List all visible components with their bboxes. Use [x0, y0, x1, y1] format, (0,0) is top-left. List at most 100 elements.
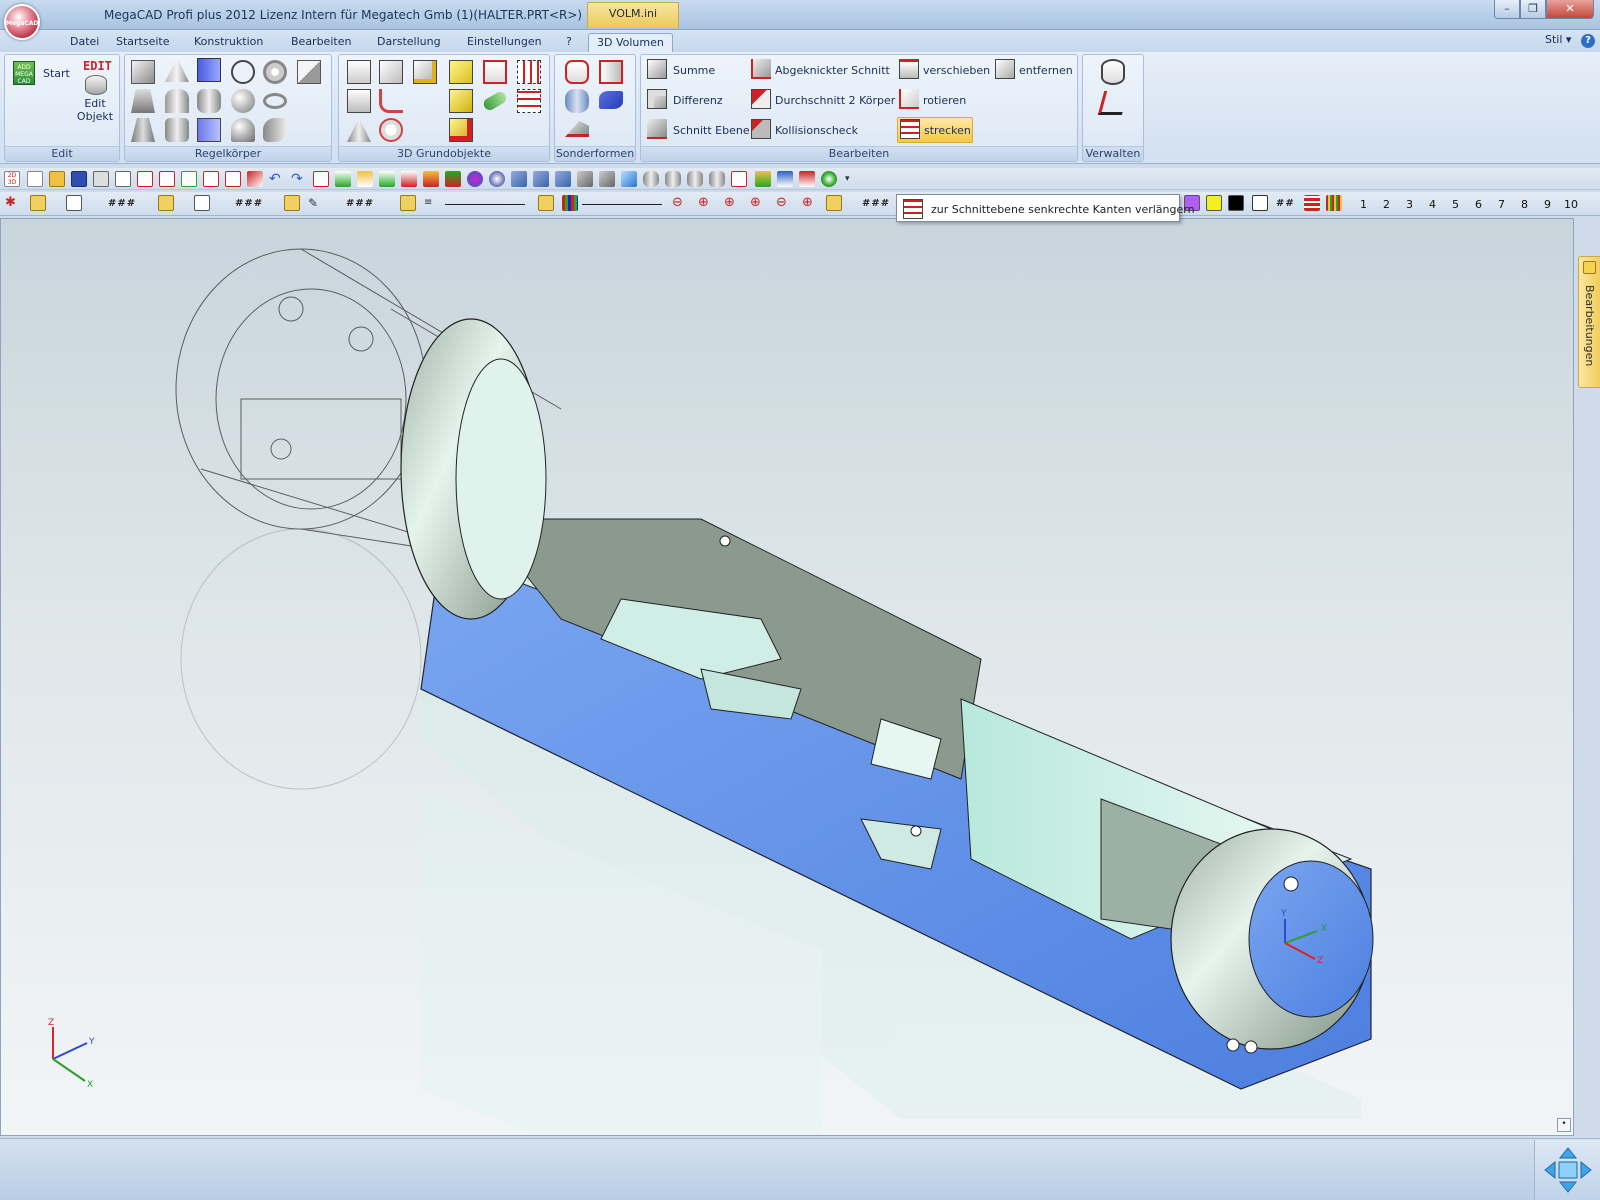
durchschnitt-button[interactable]: Durchschnitt 2 Körper — [749, 87, 899, 113]
blue-blade-icon[interactable] — [599, 91, 623, 109]
edit-objekt-button[interactable]: EDIT Edit Objekt — [71, 57, 121, 127]
layer-3[interactable]: 3 — [1406, 198, 1413, 211]
pencil-icon[interactable]: ✎ — [308, 195, 324, 211]
cylinder-view-icon[interactable] — [643, 171, 659, 187]
view-back-icon[interactable] — [599, 171, 615, 187]
color-yellow-swatch[interactable] — [1206, 195, 1222, 211]
layer-5[interactable]: 5 — [1452, 198, 1459, 211]
tab-datei[interactable]: Datei — [62, 33, 107, 52]
import-icon[interactable] — [159, 171, 175, 187]
extrude-box-icon[interactable] — [131, 60, 155, 84]
line-width-preview[interactable] — [582, 204, 662, 205]
layer-4[interactable]: 4 — [1429, 198, 1436, 211]
view-front-icon[interactable] — [511, 171, 527, 187]
2d-3d-toggle-icon[interactable]: 2D 3D — [4, 171, 20, 187]
layer-2[interactable]: 2 — [1383, 198, 1390, 211]
special-box-icon[interactable] — [599, 60, 623, 84]
chamfer-cylinder-icon[interactable] — [197, 118, 221, 142]
box-icon[interactable] — [347, 60, 371, 84]
grid-box-icon[interactable] — [517, 60, 541, 84]
pyramid-icon[interactable] — [131, 89, 155, 113]
differenz-button[interactable]: Differenz — [645, 87, 741, 113]
hash-field-4[interactable]: ### — [862, 198, 890, 209]
zoom-window-icon[interactable]: ⊕ — [698, 195, 714, 211]
revolve-icon[interactable] — [231, 60, 255, 84]
macro-icon[interactable] — [225, 171, 241, 187]
strecken-button[interactable]: strecken — [897, 117, 973, 143]
cylinder-view-4-icon[interactable] — [709, 171, 725, 187]
cylinder-arrow-icon[interactable] — [197, 89, 221, 113]
redo-icon[interactable]: ↷ — [291, 171, 307, 187]
manage-tree-icon[interactable] — [1097, 91, 1129, 115]
hemisphere-icon[interactable] — [231, 118, 255, 142]
tab-darstellung[interactable]: Darstellung — [369, 33, 449, 52]
view-top-icon[interactable] — [533, 171, 549, 187]
tab-einstellungen[interactable]: Einstellungen — [459, 33, 550, 52]
axis-icon[interactable] — [445, 171, 461, 187]
lock-icon-2[interactable] — [158, 195, 174, 211]
shell-sphere-icon[interactable] — [379, 118, 403, 142]
restore-button[interactable]: ❐ — [1520, 0, 1546, 19]
pattern-icon[interactable] — [66, 195, 82, 211]
layer-9[interactable]: 9 — [1544, 198, 1551, 211]
layer-6[interactable]: 6 — [1475, 198, 1482, 211]
save-icon[interactable] — [71, 171, 87, 187]
zoom-pan-icon[interactable]: ⊕ — [802, 195, 818, 211]
undo-icon[interactable]: ↶ — [269, 171, 285, 187]
layer-1[interactable]: 1 — [1360, 198, 1367, 211]
special-cylinder-icon[interactable] — [565, 60, 589, 84]
sphere-icon[interactable] — [231, 89, 255, 113]
yellow-prism-icon[interactable] — [449, 89, 473, 113]
lock-icon-3[interactable] — [284, 195, 300, 211]
hash-field-2[interactable]: ### — [235, 198, 263, 209]
select-icon[interactable] — [379, 171, 395, 187]
tab-startseite[interactable]: Startseite — [108, 33, 178, 52]
highlight-icon[interactable] — [357, 171, 373, 187]
view-iso-icon[interactable] — [555, 171, 571, 187]
line-type-icon[interactable]: ≡ — [424, 195, 440, 211]
export-icon[interactable] — [137, 171, 153, 187]
rotieren-button[interactable]: rotieren — [897, 87, 977, 113]
close-button[interactable]: ✕ — [1546, 0, 1594, 19]
spring-icon[interactable] — [565, 89, 589, 113]
stil-dropdown[interactable]: Stil ▾ — [1545, 33, 1571, 46]
render-icon[interactable] — [467, 171, 483, 187]
tab-3d-volumen[interactable]: 3D Volumen — [588, 33, 673, 52]
app-logo-button[interactable]: MegaCAD — [4, 4, 40, 40]
toolbar-overflow-icon[interactable]: ▾ — [845, 171, 861, 187]
drawing-viewport[interactable]: Y X Z Z Y X — [0, 218, 1574, 1136]
color-wheel-icon[interactable] — [821, 171, 837, 187]
view-perspective-icon[interactable] — [621, 171, 637, 187]
origin-icon[interactable] — [423, 171, 439, 187]
display-settings-icon[interactable] — [1252, 195, 1268, 211]
yellow-cut-box-icon[interactable] — [449, 118, 473, 142]
zoom-out-icon[interactable]: ⊕ — [750, 195, 766, 211]
viewport-corner-button[interactable]: • — [1557, 1118, 1571, 1132]
layer-manager-icon[interactable] — [181, 171, 197, 187]
tab-help[interactable]: ? — [558, 33, 580, 52]
zoom-in-icon[interactable]: ⊖ — [672, 195, 688, 211]
open-folder-icon[interactable] — [49, 171, 65, 187]
snap-icon[interactable] — [335, 171, 351, 187]
cylinder-view-2-icon[interactable] — [665, 171, 681, 187]
grid-box-2-icon[interactable] — [517, 89, 541, 113]
coord-icon[interactable] — [401, 171, 417, 187]
lock-icon-4[interactable] — [400, 195, 416, 211]
tools-icon[interactable] — [777, 171, 793, 187]
kollisionscheck-button[interactable]: Kollisionscheck — [749, 117, 869, 143]
opengl-icon[interactable] — [731, 171, 747, 187]
entfernen-button[interactable]: entfernen — [993, 57, 1077, 83]
bent-pipe-icon[interactable] — [379, 89, 403, 113]
layer-7[interactable]: 7 — [1498, 198, 1505, 211]
summe-button[interactable]: Summe — [645, 57, 741, 83]
asterisk-icon[interactable]: ✱ — [5, 195, 21, 211]
torus-icon[interactable] — [263, 93, 287, 109]
cylinder-icon[interactable] — [165, 118, 189, 142]
pattern-icon-2[interactable] — [194, 195, 210, 211]
start-button[interactable]: ADD MEGA CAD Start — [9, 57, 70, 89]
manage-bodies-icon[interactable] — [1101, 59, 1125, 85]
group-icon[interactable] — [203, 171, 219, 187]
help-icon[interactable]: ? — [1581, 34, 1595, 48]
lock-icon-5[interactable] — [538, 195, 554, 211]
view-side-icon[interactable] — [577, 171, 593, 187]
